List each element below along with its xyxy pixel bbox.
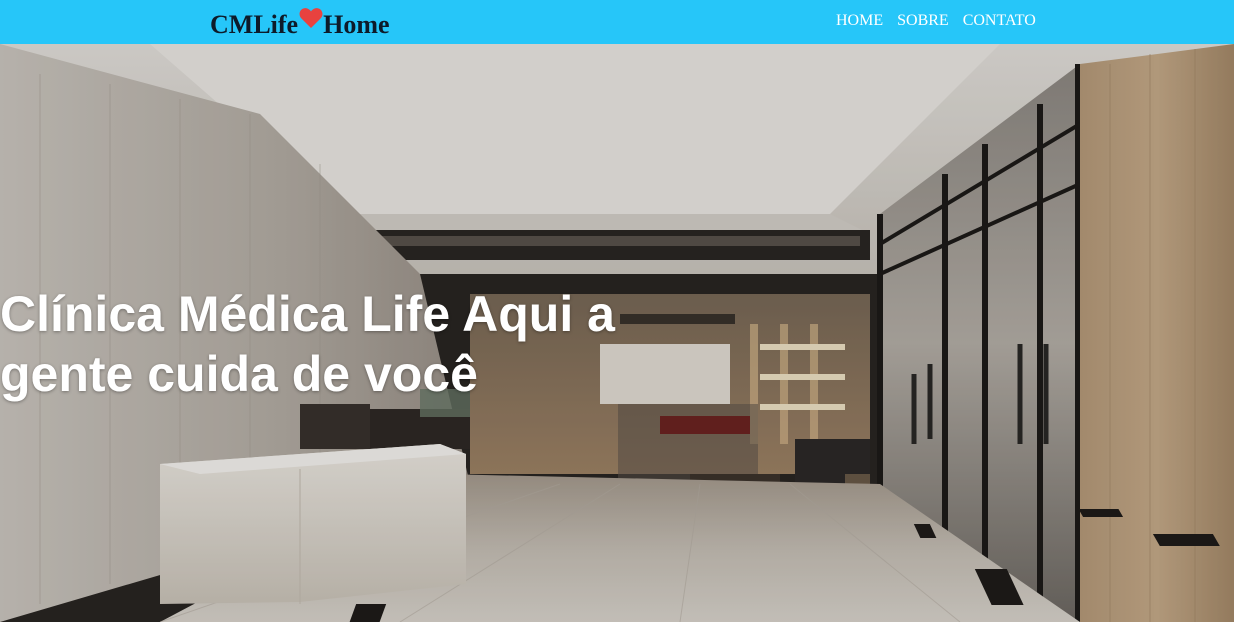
heart-icon bbox=[299, 5, 323, 28]
hero-section: Clínica Médica Life Aqui a gente cuida d… bbox=[0, 44, 1234, 622]
logo-prefix: CMLife bbox=[210, 10, 299, 39]
nav-home-link[interactable]: HOME bbox=[836, 12, 883, 30]
nav-sobre-link[interactable]: SOBRE bbox=[897, 12, 949, 30]
logo-suffix: Home bbox=[323, 10, 390, 39]
navbar: CMLife Home HOME SOBRE CONTATO bbox=[0, 0, 1234, 44]
main-nav: HOME SOBRE CONTATO bbox=[836, 12, 1036, 30]
site-logo[interactable]: CMLife Home bbox=[210, 5, 390, 41]
hero-title: Clínica Médica Life Aqui a gente cuida d… bbox=[0, 286, 615, 402]
nav-contato-link[interactable]: CONTATO bbox=[963, 12, 1036, 30]
page: CMLife Home HOME SOBRE CONTATO Clínica M… bbox=[0, 0, 1234, 622]
